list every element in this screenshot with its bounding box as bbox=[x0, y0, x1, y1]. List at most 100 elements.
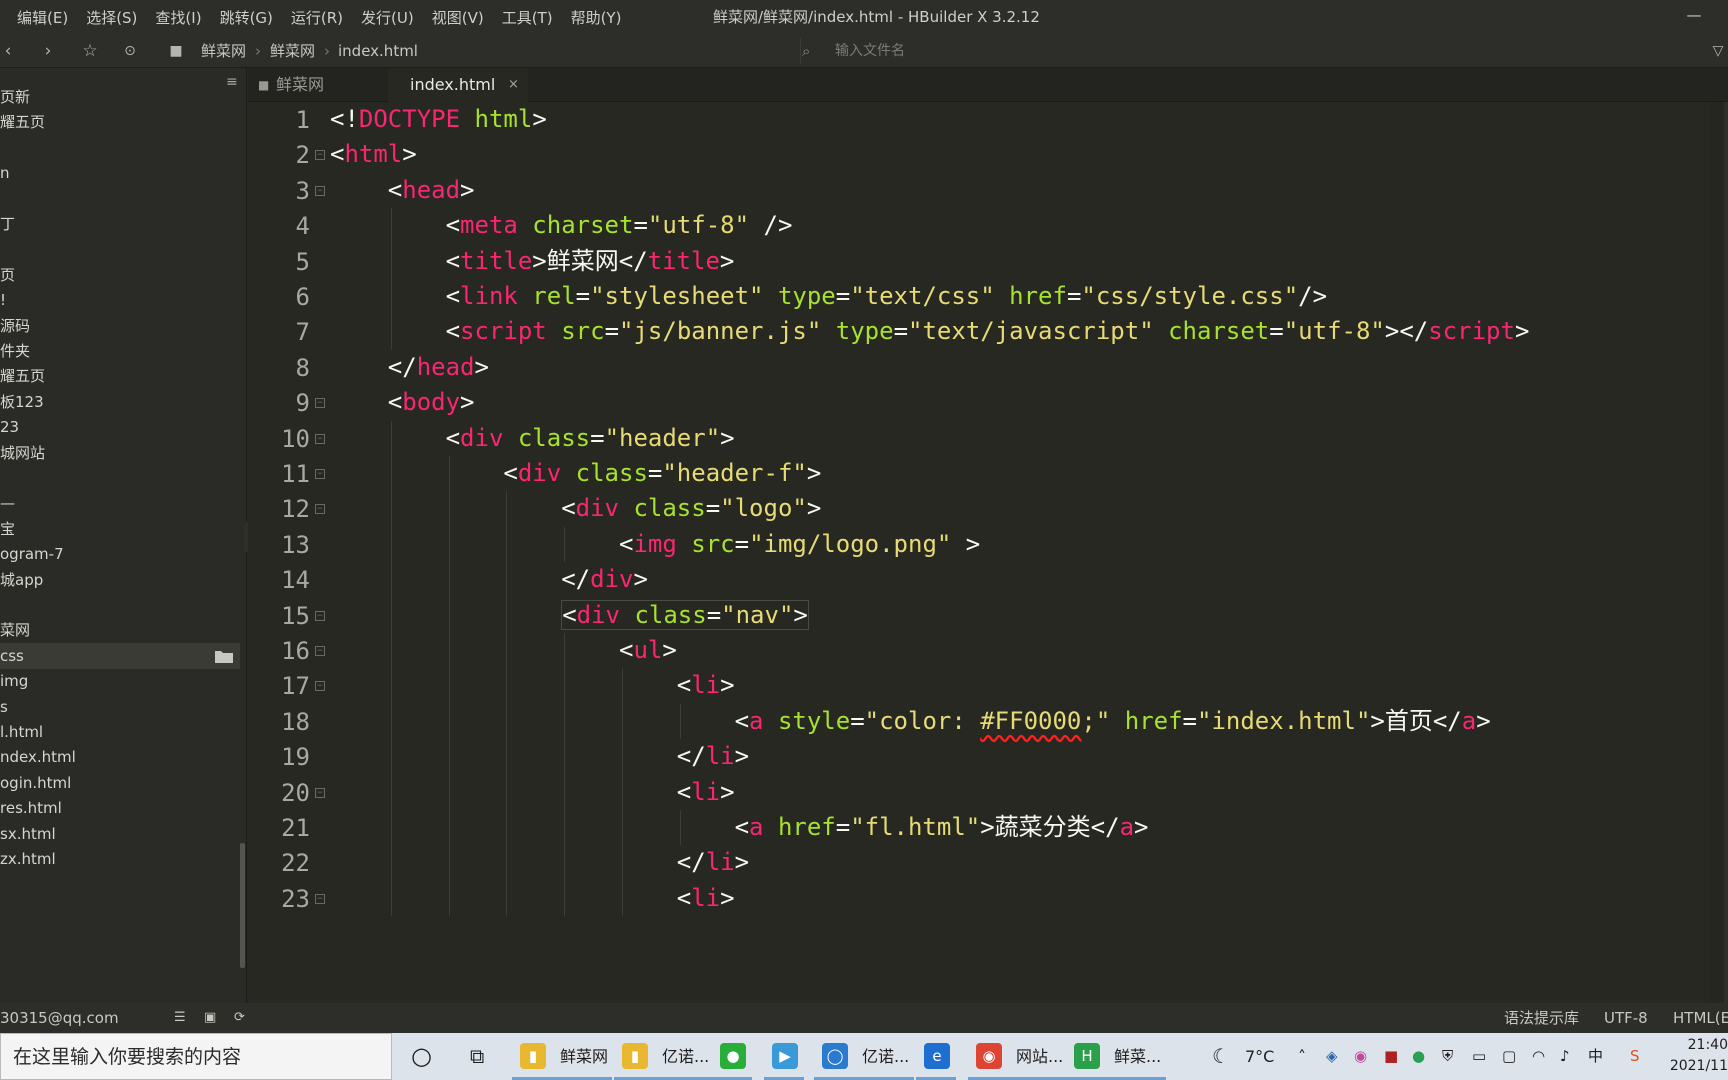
filter-icon[interactable]: ▽ bbox=[1706, 34, 1728, 68]
taskbar-app-label[interactable]: 亿诺... bbox=[662, 1033, 709, 1080]
volume-icon[interactable]: ♪ bbox=[1560, 1033, 1570, 1080]
forward-icon[interactable]: › bbox=[36, 34, 60, 68]
taskbar-search-input[interactable]: 在这里输入你要搜索的内容 bbox=[0, 1033, 392, 1080]
sidebar-item[interactable]: css bbox=[0, 642, 240, 669]
sidebar-item[interactable] bbox=[0, 236, 240, 262]
edge-icon[interactable]: e bbox=[924, 1043, 950, 1069]
color-app-icon[interactable]: ◉ bbox=[1354, 1033, 1367, 1080]
wechat-tray-icon[interactable]: ● bbox=[1412, 1033, 1425, 1080]
fold-toggle-icon[interactable]: − bbox=[315, 150, 325, 161]
menu-item[interactable]: 发行(U) bbox=[352, 7, 423, 28]
tray-chevron-icon[interactable]: ˄ bbox=[1298, 1033, 1306, 1080]
sidebar-scrollbar[interactable] bbox=[240, 843, 245, 968]
sidebar-item[interactable]: sx.html bbox=[0, 821, 240, 847]
open-folder-icon[interactable] bbox=[214, 646, 234, 663]
input-method-icon[interactable]: S bbox=[1630, 1033, 1640, 1080]
taskbar-app-label[interactable]: 亿诺... bbox=[862, 1033, 909, 1080]
sidebar-item[interactable]: 耀五页 bbox=[0, 109, 240, 135]
breadcrumb-item[interactable]: 鲜菜网 bbox=[201, 34, 246, 68]
menu-item[interactable]: 跳转(G) bbox=[211, 7, 282, 28]
sidebar-item[interactable] bbox=[0, 135, 240, 161]
sidebar-item[interactable]: n bbox=[0, 160, 240, 186]
fold-toggle-icon[interactable]: − bbox=[315, 469, 325, 479]
chat-icon[interactable]: ◯ bbox=[822, 1043, 848, 1069]
system-clock[interactable]: 21:40 2021/11 bbox=[1668, 1035, 1728, 1077]
editor-scrollbar[interactable] bbox=[1724, 102, 1728, 1003]
sidebar-item[interactable]: 城网站 bbox=[0, 440, 240, 466]
run-icon[interactable]: ⊙ bbox=[118, 34, 142, 68]
menu-item[interactable]: 帮助(Y) bbox=[562, 7, 631, 28]
taskbar-app-label[interactable]: 鲜菜网 bbox=[560, 1033, 608, 1080]
language-label[interactable]: HTML(E bbox=[1673, 1003, 1728, 1033]
sidebar-item[interactable]: 板123 bbox=[0, 389, 240, 415]
media-player-icon[interactable]: ▶ bbox=[772, 1043, 798, 1069]
sidebar-item[interactable]: ndex.html bbox=[0, 744, 240, 770]
sidebar-item[interactable]: s bbox=[0, 694, 240, 720]
menu-item[interactable]: 选择(S) bbox=[77, 7, 146, 28]
fold-toggle-icon[interactable]: − bbox=[315, 504, 325, 515]
taskbar-app-label[interactable]: 网站... bbox=[1016, 1033, 1063, 1080]
hbuilder-icon[interactable]: H bbox=[1074, 1043, 1100, 1069]
cortana-icon[interactable]: ○ bbox=[411, 1033, 432, 1080]
minimize-button[interactable]: — bbox=[1682, 6, 1706, 28]
back-icon[interactable]: ‹ bbox=[0, 34, 20, 68]
account-label[interactable]: 30315@qq.com bbox=[0, 1003, 119, 1033]
sidebar-item[interactable]: — bbox=[0, 490, 240, 516]
sidebar-item[interactable]: ogin.html bbox=[0, 770, 240, 796]
code-editor[interactable]: 1 <!DOCTYPE html> 2− <html> 3− <head> 4 <meta… bbox=[248, 102, 1710, 1003]
weather-temp[interactable]: 7°C bbox=[1245, 1033, 1274, 1080]
sidebar-item[interactable]: l.html bbox=[0, 719, 240, 745]
star-icon[interactable]: ☆ bbox=[78, 34, 102, 68]
chrome-icon[interactable]: ◉ bbox=[976, 1043, 1002, 1069]
task-view-icon[interactable]: ⧉ bbox=[470, 1033, 484, 1080]
sidebar-item[interactable]: 宝 bbox=[0, 516, 240, 542]
tab-index-html[interactable]: index.html × bbox=[388, 68, 528, 102]
sync-icon[interactable]: ⟳ bbox=[234, 1003, 245, 1033]
tab-project[interactable]: ■ 鲜菜网 bbox=[248, 68, 386, 102]
sidebar-item[interactable]: 城app bbox=[0, 567, 240, 593]
sidebar-item[interactable]: img bbox=[0, 668, 240, 694]
folder-icon[interactable]: ▮ bbox=[622, 1043, 648, 1069]
menu-item[interactable]: 查找(I) bbox=[146, 7, 210, 28]
sidebar-item[interactable] bbox=[0, 186, 240, 212]
fold-toggle-icon[interactable]: − bbox=[315, 681, 325, 692]
app-tray-icon[interactable]: ■ bbox=[1384, 1033, 1398, 1080]
sidebar-item[interactable]: 页新 bbox=[0, 84, 240, 110]
sidebar-item[interactable]: 耀五页 bbox=[0, 363, 240, 389]
file-search-input[interactable]: 输入文件名 bbox=[800, 38, 1690, 64]
battery-icon[interactable]: ▭ bbox=[1472, 1033, 1486, 1080]
menu-item[interactable]: 运行(R) bbox=[282, 7, 352, 28]
menu-item[interactable]: 工具(T) bbox=[493, 7, 562, 28]
wechat-icon[interactable]: ● bbox=[720, 1043, 746, 1069]
sidebar-item[interactable] bbox=[0, 592, 240, 618]
sidebar-item[interactable]: res.html bbox=[0, 795, 240, 821]
sidebar-item[interactable]: 菜网 bbox=[0, 617, 240, 643]
taskbar-app-label[interactable]: 鲜菜... bbox=[1114, 1033, 1161, 1080]
sidebar-item[interactable]: ogram-7 bbox=[0, 541, 240, 567]
terminal-icon[interactable]: ▣ bbox=[204, 1003, 216, 1033]
breadcrumb-item[interactable]: index.html bbox=[338, 34, 418, 68]
display-icon[interactable]: ▢ bbox=[1502, 1033, 1516, 1080]
fold-toggle-icon[interactable]: − bbox=[315, 398, 325, 409]
breadcrumb-item[interactable]: 鲜菜网 bbox=[270, 34, 315, 68]
fold-toggle-icon[interactable]: − bbox=[315, 646, 325, 656]
wifi-icon[interactable]: ◠ bbox=[1532, 1033, 1545, 1080]
fold-toggle-icon[interactable]: − bbox=[315, 610, 325, 621]
menu-item[interactable]: 视图(V) bbox=[423, 7, 493, 28]
folder-icon[interactable]: ▮ bbox=[520, 1043, 546, 1069]
sidebar-item[interactable]: 23 bbox=[0, 414, 240, 440]
encoding-label[interactable]: UTF-8 bbox=[1604, 1003, 1648, 1033]
security-icon[interactable]: ⛨ bbox=[1442, 1033, 1453, 1080]
ime-icon[interactable]: 中 bbox=[1588, 1033, 1603, 1080]
sidebar-item[interactable]: 件夹 bbox=[0, 338, 240, 364]
sidebar-item[interactable]: 丁 bbox=[0, 211, 240, 237]
syntax-hint-label[interactable]: 语法提示库 bbox=[1504, 1003, 1579, 1033]
fold-toggle-icon[interactable]: − bbox=[315, 185, 325, 196]
close-tab-icon[interactable]: × bbox=[508, 68, 519, 102]
sidebar-item[interactable]: 源码 bbox=[0, 313, 240, 339]
sidebar-item[interactable] bbox=[0, 465, 240, 491]
sidebar-item[interactable]: zx.html bbox=[0, 846, 240, 872]
fold-toggle-icon[interactable]: − bbox=[315, 433, 325, 444]
fold-toggle-icon[interactable]: − bbox=[315, 787, 325, 798]
sidebar-item[interactable]: ! bbox=[0, 287, 240, 313]
